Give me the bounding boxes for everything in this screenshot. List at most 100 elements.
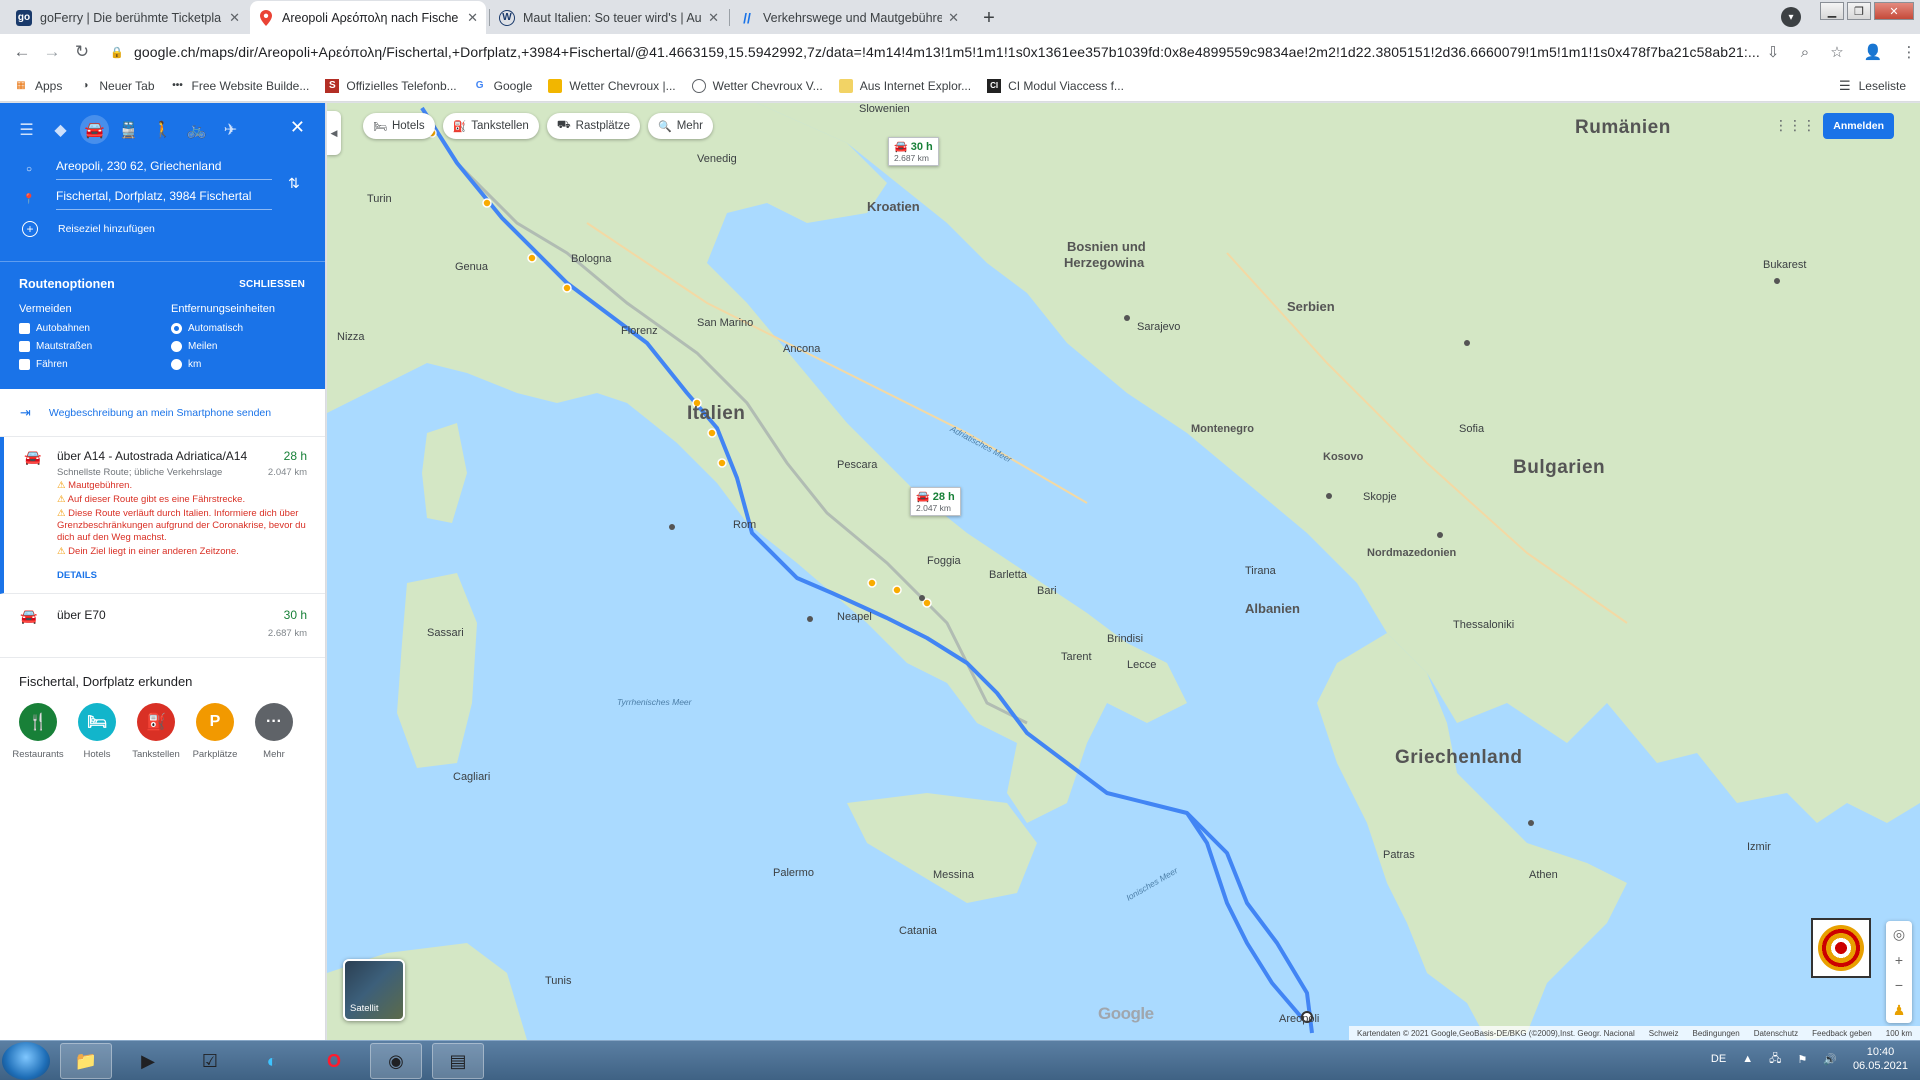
- media-player-icon[interactable]: ▶: [122, 1043, 174, 1079]
- best-mode-icon[interactable]: ◆: [46, 115, 75, 144]
- walk-mode-icon[interactable]: 🚶: [148, 115, 177, 144]
- volume-icon[interactable]: 🔊: [1823, 1053, 1837, 1066]
- bookmark-free-website[interactable]: ••• Free Website Builde...: [163, 79, 318, 93]
- footer-privacy-link[interactable]: Datenschutz: [1754, 1029, 1798, 1038]
- avoid-ferries-checkbox[interactable]: Fähren: [19, 359, 92, 370]
- checkbox[interactable]: [19, 359, 30, 370]
- scale-label[interactable]: 100 km: [1886, 1029, 1912, 1038]
- bookmark-internet-explorer[interactable]: Aus Internet Explor...: [831, 78, 979, 93]
- flag-icon[interactable]: ⚑: [1797, 1053, 1807, 1066]
- new-tab-button[interactable]: +: [976, 5, 1002, 31]
- route-options-close-button[interactable]: SCHLIESSEN: [239, 279, 305, 290]
- reload-icon[interactable]: ↻: [68, 38, 96, 66]
- bookmark-neuer-tab[interactable]: ◑ Neuer Tab: [70, 79, 162, 93]
- explorer-icon[interactable]: 📁: [60, 1043, 112, 1079]
- flight-mode-icon[interactable]: ✈: [216, 115, 245, 144]
- address-bar[interactable]: 🔒 google.ch/maps/dir/Areopoli+Αρεόπολη/F…: [110, 38, 1770, 66]
- transit-mode-icon[interactable]: 🚆: [114, 115, 143, 144]
- install-icon[interactable]: ⇩: [1762, 38, 1784, 66]
- swap-icon[interactable]: ⇅: [288, 175, 300, 192]
- network-icon[interactable]: 🖧: [1769, 1050, 1781, 1069]
- close-icon[interactable]: ✕: [467, 10, 478, 26]
- close-icon[interactable]: ✕: [229, 10, 240, 26]
- menu-icon[interactable]: ☰: [12, 115, 41, 144]
- origin-row[interactable]: ○ Areopoli, 230 62, Griechenland: [22, 159, 272, 180]
- add-destination-button[interactable]: + Reiseziel hinzufügen: [22, 221, 155, 237]
- my-location-icon[interactable]: ◎: [1893, 926, 1905, 943]
- origin-input[interactable]: Areopoli, 230 62, Griechenland: [56, 159, 272, 180]
- checkbox[interactable]: [19, 341, 30, 352]
- bookmark-google[interactable]: G Google: [465, 79, 541, 93]
- footer-region-link[interactable]: Schweiz: [1649, 1029, 1679, 1038]
- route-option-e70[interactable]: 🚘 über E70 30 h 2.687 km: [0, 594, 325, 658]
- back-arrow-icon[interactable]: ←: [8, 38, 36, 66]
- tray-expand-icon[interactable]: ▲: [1742, 1053, 1753, 1065]
- chip-hotels[interactable]: 🛏 Hotels: [363, 113, 435, 139]
- map-canvas[interactable]: ◀ 🛏 Hotels ⛽ Tankstellen ⛟ Rastplätze 🔍 Mehr…: [327, 103, 1920, 1040]
- tab-maps[interactable]: Areopoli Αρεόπολη nach Fische ✕: [250, 1, 486, 34]
- route-callout-alt[interactable]: 🚘 30 h 2.687 km: [888, 137, 939, 166]
- checkbox[interactable]: [19, 323, 30, 334]
- satellite-toggle[interactable]: Satellit: [343, 959, 405, 1021]
- close-icon[interactable]: ✕: [948, 10, 959, 26]
- window-close-button[interactable]: ✕: [1874, 2, 1914, 20]
- route-option-a14[interactable]: 🚘 über A14 - Autostrada Adriatica/A14 28…: [0, 437, 325, 594]
- route-callout-main[interactable]: 🚘 28 h 2.047 km: [910, 487, 961, 516]
- units-km-radio[interactable]: km: [171, 359, 275, 370]
- footer-terms-link[interactable]: Bedingungen: [1693, 1029, 1740, 1038]
- explore-restaurants[interactable]: 🍴 Restaurants: [12, 703, 64, 760]
- bookmark-wetter-1[interactable]: Wetter Chevroux |...: [540, 78, 683, 93]
- start-button[interactable]: [2, 1042, 50, 1080]
- avoid-tolls-checkbox[interactable]: Mautstraßen: [19, 341, 92, 352]
- units-miles-radio[interactable]: Meilen: [171, 341, 275, 352]
- explore-gas-stations[interactable]: ⛽ Tankstellen: [132, 703, 180, 760]
- explore-more[interactable]: ··· Mehr: [255, 703, 293, 760]
- maximize-button[interactable]: ❐: [1847, 2, 1871, 20]
- clock[interactable]: 10:40 06.05.2021: [1853, 1045, 1908, 1073]
- chrome-icon[interactable]: ◉: [370, 1043, 422, 1079]
- chip-more[interactable]: 🔍 Mehr: [648, 113, 713, 139]
- target-overlay-icon[interactable]: [1811, 918, 1871, 978]
- bike-mode-icon[interactable]: 🚲: [182, 115, 211, 144]
- chip-rest-areas[interactable]: ⛟ Rastplätze: [546, 113, 641, 139]
- sign-in-button[interactable]: Anmelden: [1823, 113, 1894, 139]
- radio[interactable]: [171, 359, 182, 370]
- minimize-button[interactable]: ▁: [1820, 2, 1844, 20]
- lock-icon[interactable]: 🔒: [110, 46, 126, 59]
- bookmark-telefonbuch[interactable]: S Offizielles Telefonb...: [317, 78, 464, 93]
- zoom-out-button[interactable]: −: [1895, 977, 1903, 993]
- tab-search-icon[interactable]: ▾: [1781, 7, 1801, 27]
- reading-list-button[interactable]: ☰ Leseliste: [1839, 78, 1906, 94]
- radio[interactable]: [171, 341, 182, 352]
- close-icon[interactable]: ✕: [708, 10, 719, 26]
- footer-feedback-link[interactable]: Feedback geben: [1812, 1029, 1872, 1038]
- bookmark-wetter-2[interactable]: Wetter Chevroux V...: [684, 78, 831, 93]
- explore-hotels[interactable]: 🛏 Hotels: [78, 703, 116, 760]
- opera-icon[interactable]: O: [308, 1043, 360, 1079]
- menu-icon[interactable]: ⋮: [1898, 38, 1920, 66]
- units-auto-radio[interactable]: Automatisch: [171, 323, 275, 334]
- language-indicator[interactable]: DE: [1711, 1053, 1726, 1065]
- destination-input[interactable]: Fischertal, Dorfplatz, 3984 Fischertal: [56, 189, 272, 210]
- tab-goferry[interactable]: go goFerry | Die berühmte Ticketpla ✕: [8, 1, 248, 34]
- google-apps-icon[interactable]: ⋮⋮⋮: [1774, 117, 1816, 134]
- collapse-panel-button[interactable]: ◀: [327, 111, 341, 155]
- explore-parking[interactable]: P Parkplätze: [193, 703, 237, 760]
- tab-verkehrswege[interactable]: // Verkehrswege und Mautgebühre ✕: [731, 1, 967, 34]
- bookmark-apps[interactable]: ▦ Apps: [6, 79, 70, 93]
- route-details-link[interactable]: DETAILS: [57, 570, 307, 581]
- tab-maut-italien[interactable]: W Maut Italien: So teuer wird's | Au ✕: [491, 1, 727, 34]
- chip-gas-stations[interactable]: ⛽ Tankstellen: [442, 113, 539, 139]
- notepad-icon[interactable]: ▤: [432, 1043, 484, 1079]
- send-to-phone-link[interactable]: ⇥ Wegbeschreibung an mein Smartphone sen…: [0, 389, 325, 437]
- tasks-icon[interactable]: ☑: [184, 1043, 236, 1079]
- pegman-icon[interactable]: ♟: [1893, 1002, 1906, 1019]
- destination-row[interactable]: 📍 Fischertal, Dorfplatz, 3984 Fischertal: [22, 189, 272, 210]
- avoid-highways-checkbox[interactable]: Autobahnen: [19, 323, 92, 334]
- close-directions-icon[interactable]: ✕: [290, 117, 305, 138]
- bookmark-ci-modul[interactable]: CI CI Modul Viaccess f...: [979, 78, 1132, 93]
- zoom-in-button[interactable]: +: [1895, 952, 1903, 968]
- zoom-icon[interactable]: ⌕: [1794, 38, 1816, 66]
- forward-arrow-icon[interactable]: →: [38, 38, 66, 66]
- avatar[interactable]: 👤: [1858, 38, 1888, 66]
